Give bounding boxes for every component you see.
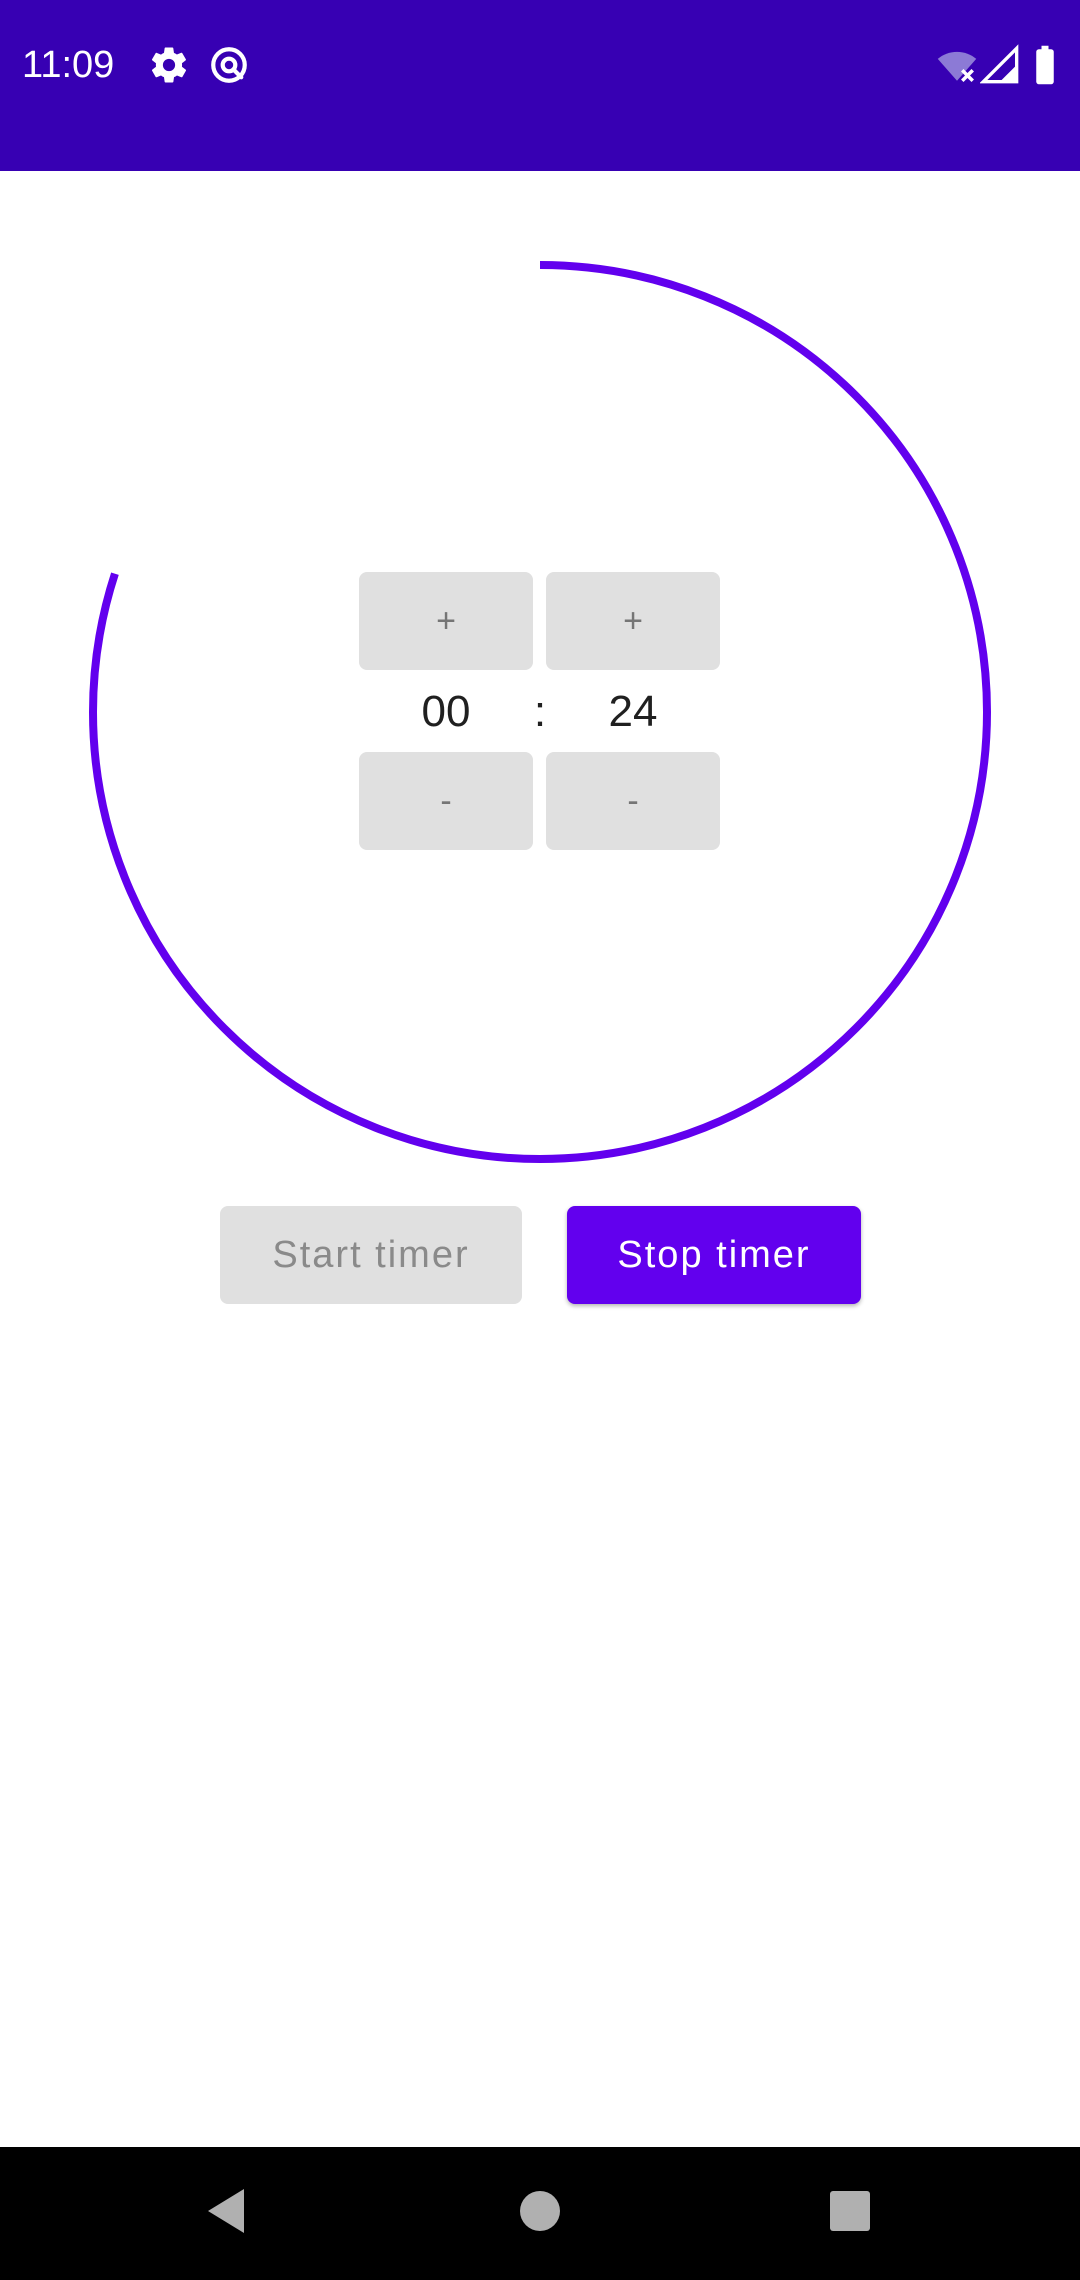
start-timer-button[interactable]: Start timer	[220, 1206, 522, 1304]
status-time: 11:09	[22, 44, 115, 86]
minutes-decrement-label: -	[440, 781, 452, 820]
back-button[interactable]	[156, 2147, 296, 2280]
gear-icon	[148, 44, 190, 86]
timer-area: + 00 - : + 24 - Start timer Stop timer	[0, 171, 1080, 2147]
home-icon	[519, 2190, 561, 2237]
stop-timer-button[interactable]: Stop timer	[567, 1206, 861, 1304]
stop-timer-label: Stop timer	[617, 1233, 811, 1276]
seconds-decrement-label: -	[627, 781, 639, 820]
recents-icon	[829, 2190, 871, 2237]
signal-icon	[979, 44, 1022, 86]
status-bar: 11:09	[0, 0, 1080, 171]
at-sign-icon	[208, 44, 250, 86]
back-icon	[204, 2187, 248, 2240]
recents-button[interactable]	[780, 2147, 920, 2280]
progress-ring	[89, 261, 991, 1163]
seconds-value: 24	[608, 687, 658, 736]
battery-icon	[1032, 44, 1058, 86]
minutes-decrement-button[interactable]: -	[359, 752, 533, 850]
seconds-increment-label: +	[623, 601, 643, 640]
minutes-increment-button[interactable]: +	[359, 572, 533, 670]
minutes-increment-label: +	[436, 601, 456, 640]
home-button[interactable]	[470, 2147, 610, 2280]
minutes-value: 00	[421, 687, 471, 736]
navigation-bar	[0, 2147, 1080, 2280]
seconds-increment-button[interactable]: +	[546, 572, 720, 670]
start-timer-label: Start timer	[272, 1233, 470, 1276]
seconds-decrement-button[interactable]: -	[546, 752, 720, 850]
wifi-off-icon	[935, 44, 977, 86]
